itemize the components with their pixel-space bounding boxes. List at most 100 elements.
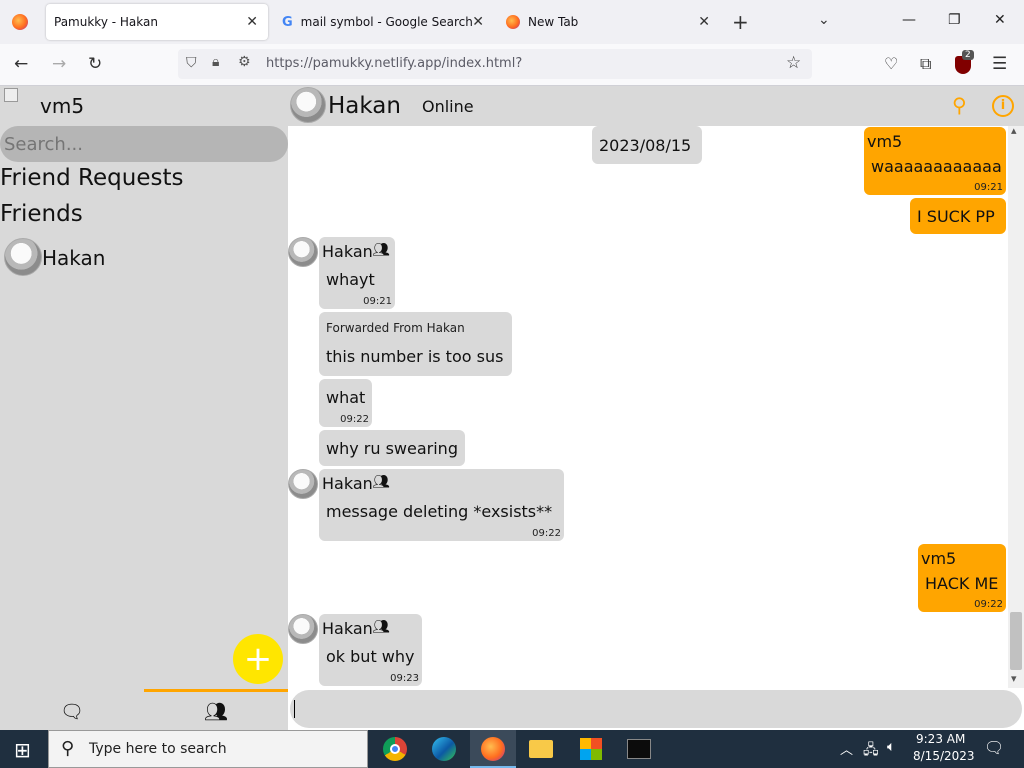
notifications-icon[interactable]: 🗨︎: [984, 738, 1004, 757]
messages-scrollbar[interactable]: ▴ ▾: [1008, 124, 1024, 688]
taskbar-search-box[interactable]: ⚲ Type here to search: [48, 730, 368, 768]
close-window-icon[interactable]: ✕: [994, 12, 1006, 28]
clock-date[interactable]: 8/15/2023: [913, 749, 975, 763]
message-bubble-incoming[interactable]: Hakan 👥︎ ok but why 09:23: [319, 614, 422, 686]
sidebar: vm5 Friend Requests Friends Hakan + 🗨︎ 👥…: [0, 86, 288, 730]
friend-item-hakan[interactable]: Hakan: [0, 236, 288, 278]
network-icon[interactable]: 🖧︎: [863, 739, 879, 763]
firefox-view-icon[interactable]: [12, 14, 28, 30]
forward-icon[interactable]: →: [52, 54, 66, 74]
message-text: I SUCK PP: [917, 207, 995, 226]
list-all-tabs-icon[interactable]: ⌄: [818, 12, 830, 28]
minimize-icon[interactable]: —: [902, 12, 916, 28]
menu-icon[interactable]: ☰: [992, 54, 1007, 74]
contact-name[interactable]: Hakan: [328, 93, 401, 119]
friend-name: Hakan: [42, 246, 106, 270]
permissions-icon[interactable]: ⚙: [238, 54, 251, 70]
tab-google-search[interactable]: G mail symbol - Google Search ✕: [272, 4, 494, 40]
friend-icon: 👥︎: [372, 474, 390, 490]
message-bubble-outgoing[interactable]: vm5 HACK ME 09:22: [918, 544, 1006, 612]
date-chip: 2023/08/15: [592, 126, 702, 164]
message-text: what: [326, 388, 366, 407]
sender-avatar[interactable]: [288, 237, 318, 267]
search-icon[interactable]: ⚲: [952, 93, 967, 117]
tab-pamukky[interactable]: Pamukky - Hakan ✕: [46, 4, 268, 40]
close-tab-icon[interactable]: ✕: [246, 14, 258, 30]
google-icon: G: [282, 14, 293, 30]
tab-title: Pamukky - Hakan: [54, 15, 158, 29]
pocket-icon[interactable]: ♡: [884, 54, 898, 73]
contact-avatar[interactable]: [290, 87, 326, 123]
message-time: 09:21: [974, 182, 1003, 193]
chats-tab-icon[interactable]: 🗨︎: [60, 700, 84, 723]
add-fab-button[interactable]: +: [233, 634, 283, 684]
profile-avatar-icon[interactable]: [4, 88, 18, 102]
windows-start-icon[interactable]: ⊞: [14, 738, 31, 762]
close-tab-icon[interactable]: ✕: [698, 14, 710, 30]
chrome-icon[interactable]: [383, 737, 407, 761]
tab-underline: [144, 689, 288, 692]
message-text: waaaaaaaaaaaa: [871, 157, 1002, 176]
message-time: 09:22: [974, 599, 1003, 610]
friends-tab-icon[interactable]: 👥︎: [204, 700, 228, 723]
search-input[interactable]: [0, 126, 288, 162]
message-bubble-incoming[interactable]: why ru swearing: [319, 430, 465, 466]
message-text: ok but why: [326, 647, 415, 666]
tab-new-tab[interactable]: New Tab ✕: [498, 4, 720, 40]
bookmark-star-icon[interactable]: ☆: [786, 53, 801, 73]
taskbar: ⊞ ⚲ Type here to search ︿ 🖧︎ 🔈︎ 9:23 AM …: [0, 730, 1024, 768]
message-sender: vm5: [921, 549, 957, 568]
friend-icon: 👥︎: [372, 619, 390, 635]
info-icon[interactable]: i: [992, 95, 1014, 117]
firefox-taskbar-item[interactable]: [470, 730, 516, 768]
volume-icon[interactable]: 🔈︎: [887, 739, 895, 755]
firefox-icon: [481, 737, 505, 761]
taskbar-search-placeholder: Type here to search: [89, 741, 227, 757]
message-bubble-incoming[interactable]: what 09:22: [319, 379, 372, 427]
scroll-up-icon[interactable]: ▴: [1011, 124, 1017, 137]
message-input[interactable]: [290, 690, 1022, 728]
chat-app: vm5 Friend Requests Friends Hakan + 🗨︎ 👥…: [0, 86, 1024, 730]
file-explorer-icon[interactable]: [529, 740, 553, 758]
show-hidden-icons[interactable]: ︿: [840, 739, 853, 758]
url-bar[interactable]: ⛉ 🔒︎ ⚙ https://pamukky.netlify.app/index…: [178, 49, 812, 79]
close-tab-icon[interactable]: ✕: [472, 14, 484, 30]
message-bubble-incoming[interactable]: Hakan 👥︎ whayt 09:21: [319, 237, 395, 309]
edge-icon[interactable]: [432, 737, 456, 761]
message-text: message deleting *exsists**: [326, 502, 553, 521]
url-text[interactable]: https://pamukky.netlify.app/index.html?: [266, 56, 522, 71]
sender-avatar[interactable]: [288, 469, 318, 499]
friends-label[interactable]: Friends: [0, 201, 83, 227]
friend-icon: 👥︎: [372, 242, 390, 258]
terminal-icon[interactable]: [627, 739, 651, 759]
message-sender: vm5: [867, 132, 903, 151]
store-icon[interactable]: [580, 738, 602, 760]
extensions-icon[interactable]: ⧉: [920, 54, 931, 74]
scroll-thumb[interactable]: [1010, 612, 1022, 670]
username[interactable]: vm5: [40, 94, 84, 118]
message-bubble-outgoing[interactable]: vm5 waaaaaaaaaaaa 09:21: [864, 127, 1006, 195]
scroll-down-icon[interactable]: ▾: [1011, 672, 1017, 685]
text-caret: [294, 700, 295, 718]
message-text: why ru swearing: [326, 439, 458, 458]
message-time: 09:22: [340, 414, 369, 425]
new-tab-button[interactable]: +: [732, 10, 749, 34]
tab-title: New Tab: [528, 15, 579, 29]
message-time: 09:22: [532, 528, 561, 539]
reload-icon[interactable]: ↻: [88, 54, 102, 74]
clock-time[interactable]: 9:23 AM: [916, 732, 965, 746]
friend-requests-label[interactable]: Friend Requests: [0, 165, 183, 191]
sender-avatar[interactable]: [288, 614, 318, 644]
composer: [288, 688, 1024, 730]
restore-icon[interactable]: ❐: [948, 12, 961, 28]
message-bubble-outgoing[interactable]: I SUCK PP: [910, 198, 1006, 234]
browser-nav-bar: ← → ↻ ⛉ 🔒︎ ⚙ https://pamukky.netlify.app…: [0, 44, 1024, 86]
message-sender: Hakan: [322, 619, 373, 638]
lock-icon[interactable]: 🔒︎: [212, 54, 219, 70]
message-bubble-forwarded[interactable]: Forwarded From Hakan this number is too …: [319, 312, 512, 376]
message-time: 09:21: [363, 296, 392, 307]
chat-header: Hakan Online ⚲ i: [288, 86, 1024, 126]
message-bubble-incoming[interactable]: Hakan 👥︎ message deleting *exsists** 09:…: [319, 469, 564, 541]
back-icon[interactable]: ←: [14, 54, 28, 74]
shield-icon[interactable]: ⛉: [186, 55, 197, 71]
